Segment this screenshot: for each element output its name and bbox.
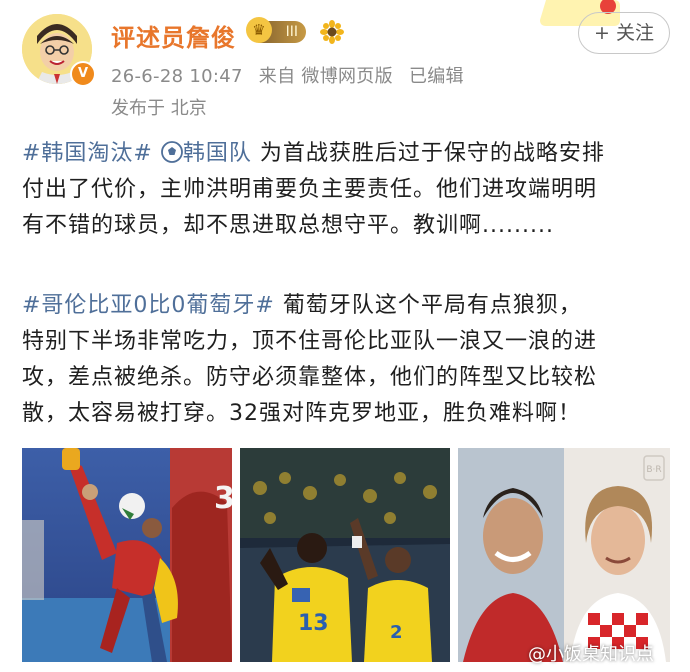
vip-level: III	[285, 24, 298, 40]
br-logo: B·R	[646, 465, 661, 475]
photo-colombia-celebration: 13 2	[240, 448, 450, 662]
paragraph-2-line-2: 特别下半场非常吃力，顶不住哥伦比亚队一浪又一浪的进	[22, 329, 598, 354]
post-meta: 26-6-28 10:47 来自 微博网页版 已编辑	[111, 62, 474, 88]
username[interactable]: 评述员詹俊	[111, 18, 236, 53]
weibo-watermark: @小饭桌知识点	[528, 644, 654, 665]
hashtag-colombia-portugal[interactable]: #哥伦比亚0比0葡萄牙#	[22, 293, 275, 318]
post-image-1[interactable]: 3	[22, 448, 232, 662]
verified-badge-icon: V	[70, 61, 96, 87]
photo-ronaldo-modric: B·R	[458, 448, 670, 662]
topic-korea-team[interactable]: 韩国队	[160, 141, 252, 166]
post-paragraph-2: #哥伦比亚0比0葡萄牙# 葡萄牙队这个平局有点狼狈， 特别下半场非常吃力，顶不住…	[22, 288, 672, 432]
jersey-number-13: 13	[298, 611, 329, 636]
jersey-number-2: 2	[390, 622, 403, 643]
post-date: 26-6-28 10:47	[111, 66, 243, 87]
post-paragraph-1: #韩国淘汰# 韩国队 为首战获胜后过于保守的战略安排 付出了代价，主帅洪明甫要负…	[22, 136, 672, 244]
crown-icon: ♛	[246, 17, 272, 43]
post-image-3[interactable]: B·R	[458, 448, 670, 662]
sunflower-icon	[320, 20, 344, 44]
paragraph-2-line-3: 攻，差点被绝杀。防守必须靠整体，他们的阵型又比较松	[22, 365, 598, 390]
topic-korea-team-label: 韩国队	[182, 141, 252, 166]
paragraph-2-line-4: 散，太容易被打穿。32强对阵克罗地亚，胜负难料啊！	[22, 401, 581, 426]
paragraph-2-line-1: #哥伦比亚0比0葡萄牙# 葡萄牙队这个平局有点狼狈，	[22, 288, 672, 324]
football-icon	[160, 141, 183, 163]
hashtag-korea-eliminated[interactable]: #韩国淘汰#	[22, 141, 153, 166]
photo-overhead-kick: 3	[22, 448, 232, 662]
paragraph-1-line-1: #韩国淘汰# 韩国队 为首战获胜后过于保守的战略安排	[22, 136, 672, 172]
paragraph-1-line-2: 付出了代价，主帅洪明甫要负主要责任。他们进攻端明明	[22, 177, 598, 202]
post-location: 发布于 北京	[111, 98, 207, 119]
paragraph-2-line-1-text: 葡萄牙队这个平局有点狼狈，	[274, 293, 582, 318]
jersey-number: 3	[214, 481, 232, 516]
paragraph-1-line-1-text: 为首战获胜后过于保守的战略安排	[251, 141, 605, 166]
follow-button[interactable]: + 关注	[578, 12, 670, 54]
paragraph-1-line-3: 有不错的球员，却不思进取总想守平。教训啊.........	[22, 213, 554, 238]
post-source[interactable]: 来自 微博网页版	[259, 66, 393, 87]
post-image-2[interactable]: 13 2	[240, 448, 450, 662]
vip-badge[interactable]: ♛ III	[246, 17, 306, 43]
post-edited[interactable]: 已编辑	[409, 66, 464, 87]
